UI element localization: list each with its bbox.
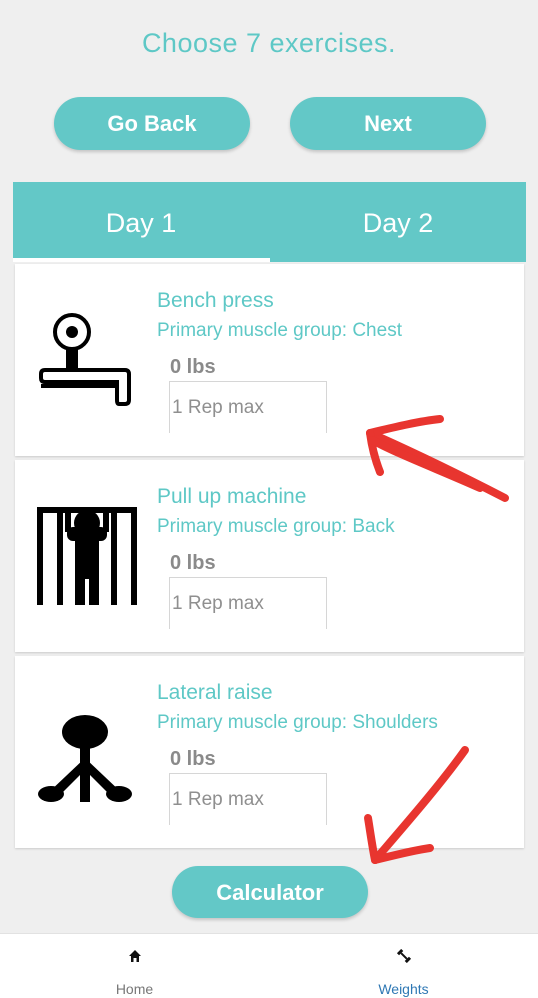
nav-home[interactable]: Home <box>0 934 269 998</box>
nav-weights[interactable]: Weights <box>269 934 538 998</box>
dumbbell-icon <box>397 949 411 963</box>
bottom-navigation: Home Weights <box>0 933 538 998</box>
nav-home-label: Home <box>115 981 154 997</box>
nav-weights-label: Weights <box>378 981 429 997</box>
annotation-arrows <box>364 415 509 864</box>
red-arrow-icon <box>366 415 509 502</box>
home-icon <box>129 950 141 962</box>
red-arrow-icon <box>364 746 469 864</box>
